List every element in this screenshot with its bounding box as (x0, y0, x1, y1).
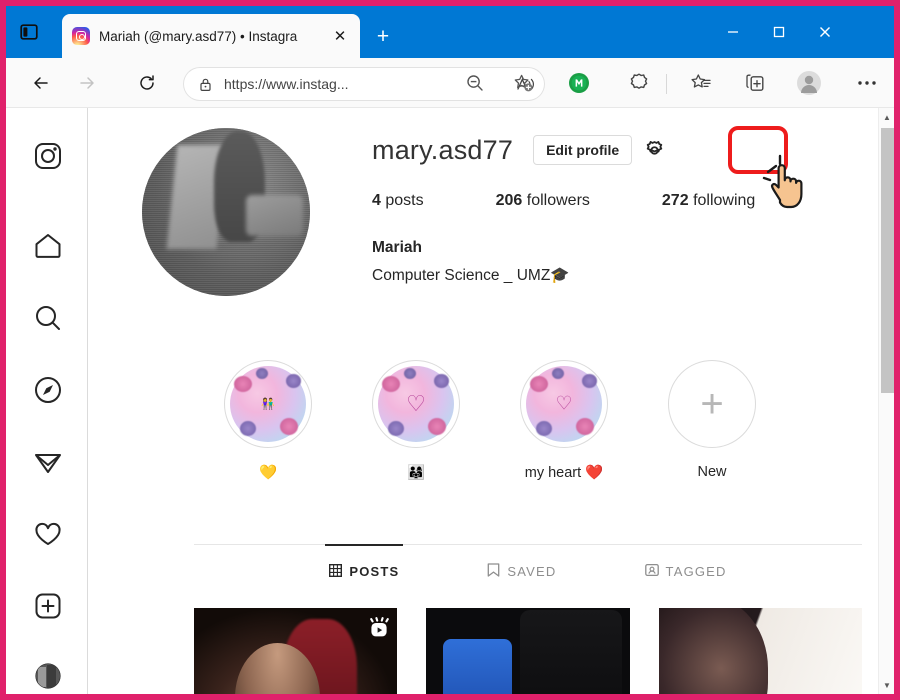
tab-posts-label: POSTS (349, 564, 400, 579)
reload-icon[interactable] (130, 66, 164, 100)
maximize-button[interactable] (756, 6, 802, 58)
sidebar-item-notifications[interactable] (28, 514, 68, 554)
profile-avatar[interactable] (142, 128, 310, 296)
scroll-down-arrow[interactable]: ▼ (879, 676, 894, 694)
highlight-item[interactable]: 👫 💛 (194, 360, 342, 481)
explore-compass-icon (35, 377, 61, 403)
sidebar-item-create[interactable] (28, 586, 68, 626)
scroll-up-arrow[interactable]: ▲ (879, 108, 894, 126)
sidebar-item-explore[interactable] (28, 370, 68, 410)
more-settings-icon[interactable] (850, 66, 884, 100)
posts-grid (194, 608, 862, 694)
paper-plane-icon (35, 454, 61, 473)
forward-icon (70, 66, 104, 100)
browser-toolbar: https://www.instag... (6, 58, 894, 108)
instagram-icon (72, 27, 90, 45)
vertical-scrollbar[interactable]: ▲ ▼ (878, 108, 894, 694)
web-page: mary.asd77 Edit profile 4 posts 206 foll… (6, 108, 894, 694)
tab-posts[interactable]: POSTS (325, 544, 404, 594)
profile-content: mary.asd77 Edit profile 4 posts 206 foll… (88, 108, 878, 694)
bookmark-icon (487, 563, 500, 580)
highlight-item[interactable]: ♡ 👨‍👩‍👧 (342, 360, 490, 481)
tab-actions-icon[interactable] (14, 18, 44, 46)
search-icon (36, 306, 60, 330)
stat-posts-value: 4 (372, 192, 381, 209)
close-window-button[interactable] (802, 6, 848, 58)
plus-square-icon (35, 593, 61, 619)
close-tab-icon[interactable]: ✕ (328, 24, 352, 48)
highlight-cover[interactable]: ♡ (520, 360, 608, 448)
reel-icon (369, 616, 390, 638)
stat-posts-label: posts (385, 192, 424, 209)
stat-following-value: 272 (661, 192, 689, 209)
tab-saved[interactable]: SAVED (487, 545, 556, 594)
tab-title: Mariah (@mary.asd77) • Instagra (99, 28, 298, 44)
tab-saved-label: SAVED (507, 564, 557, 579)
zoom-out-icon[interactable] (458, 66, 492, 100)
post-thumbnail[interactable] (194, 608, 398, 694)
highlight-label: 💛 (258, 465, 278, 481)
post-thumbnail[interactable] (426, 608, 630, 694)
browser-tab[interactable]: Mariah (@mary.asd77) • Instagra ✕ (62, 14, 360, 58)
sidebar-item-instagram-logo[interactable] (28, 136, 68, 176)
instagram-logo-icon (35, 143, 61, 169)
sidebar-item-profile[interactable] (28, 656, 68, 694)
profile-bio: Mariah Computer Science _ UMZ🎓 (372, 234, 868, 289)
back-icon[interactable] (24, 66, 58, 100)
stat-followers-value: 206 (495, 192, 523, 209)
stat-following[interactable]: 272 following (662, 192, 755, 210)
extension-green-icon[interactable] (562, 66, 596, 100)
highlight-new[interactable]: + New (638, 360, 786, 481)
instagram-sidebar (6, 108, 88, 694)
highlight-item[interactable]: ♡ my heart ❤️ (490, 360, 638, 481)
highlight-label: New (697, 464, 727, 480)
profile-bio-text: Computer Science _ UMZ🎓 (372, 266, 570, 284)
new-tab-button[interactable]: + (370, 24, 396, 50)
highlight-label: 👨‍👩‍👧 (406, 465, 426, 481)
highlight-label: my heart ❤️ (524, 465, 604, 481)
title-bar: Mariah (@mary.asd77) • Instagra ✕ + (6, 6, 894, 58)
edit-profile-button[interactable]: Edit profile (533, 135, 633, 165)
heart-icon (35, 522, 61, 545)
scrollbar-thumb[interactable] (881, 128, 894, 393)
extensions-icon[interactable] (622, 66, 656, 100)
minimize-button[interactable] (710, 6, 756, 58)
profile-avatar-small-icon (35, 663, 61, 689)
stat-followers-label: followers (526, 192, 590, 209)
stat-following-label: following (693, 192, 756, 209)
highlight-cover[interactable]: 👫 (224, 360, 312, 448)
settings-gear-icon[interactable] (636, 134, 672, 166)
highlight-cover[interactable]: ♡ (372, 360, 460, 448)
pointing-hand-cursor (760, 152, 814, 210)
toolbar-divider (666, 74, 667, 94)
tagged-person-icon (644, 563, 659, 580)
sidebar-item-search[interactable] (28, 298, 68, 338)
add-favorite-icon[interactable] (506, 66, 540, 100)
browser-window: Mariah (@mary.asd77) • Instagra ✕ + http… (0, 0, 900, 700)
profile-full-name: Mariah (372, 239, 422, 256)
sidebar-item-home[interactable] (28, 226, 68, 266)
home-icon (35, 234, 61, 258)
sidebar-item-messages[interactable] (28, 442, 68, 482)
add-highlight-icon[interactable]: + (668, 360, 756, 448)
tab-tagged-label: TAGGED (665, 564, 727, 579)
profile-username: mary.asd77 (372, 134, 514, 165)
profile-header: mary.asd77 Edit profile 4 posts 206 foll… (372, 126, 868, 289)
grid-icon (329, 563, 343, 580)
profile-tabs: POSTS SAVED TAGGED (194, 544, 862, 594)
tab-tagged[interactable]: TAGGED (644, 545, 727, 594)
stat-posts[interactable]: 4 posts (372, 192, 424, 210)
post-thumbnail[interactable] (658, 608, 862, 694)
username-row: mary.asd77 Edit profile (372, 126, 868, 209)
profile-avatar-icon[interactable] (792, 66, 826, 100)
stat-followers[interactable]: 206 followers (496, 192, 590, 210)
story-highlights: 👫 💛 ♡ 👨‍👩‍👧 ♡ my heart ❤️ (194, 360, 786, 481)
lock-icon (196, 75, 214, 93)
favorites-icon[interactable] (684, 66, 718, 100)
collections-icon[interactable] (738, 66, 772, 100)
